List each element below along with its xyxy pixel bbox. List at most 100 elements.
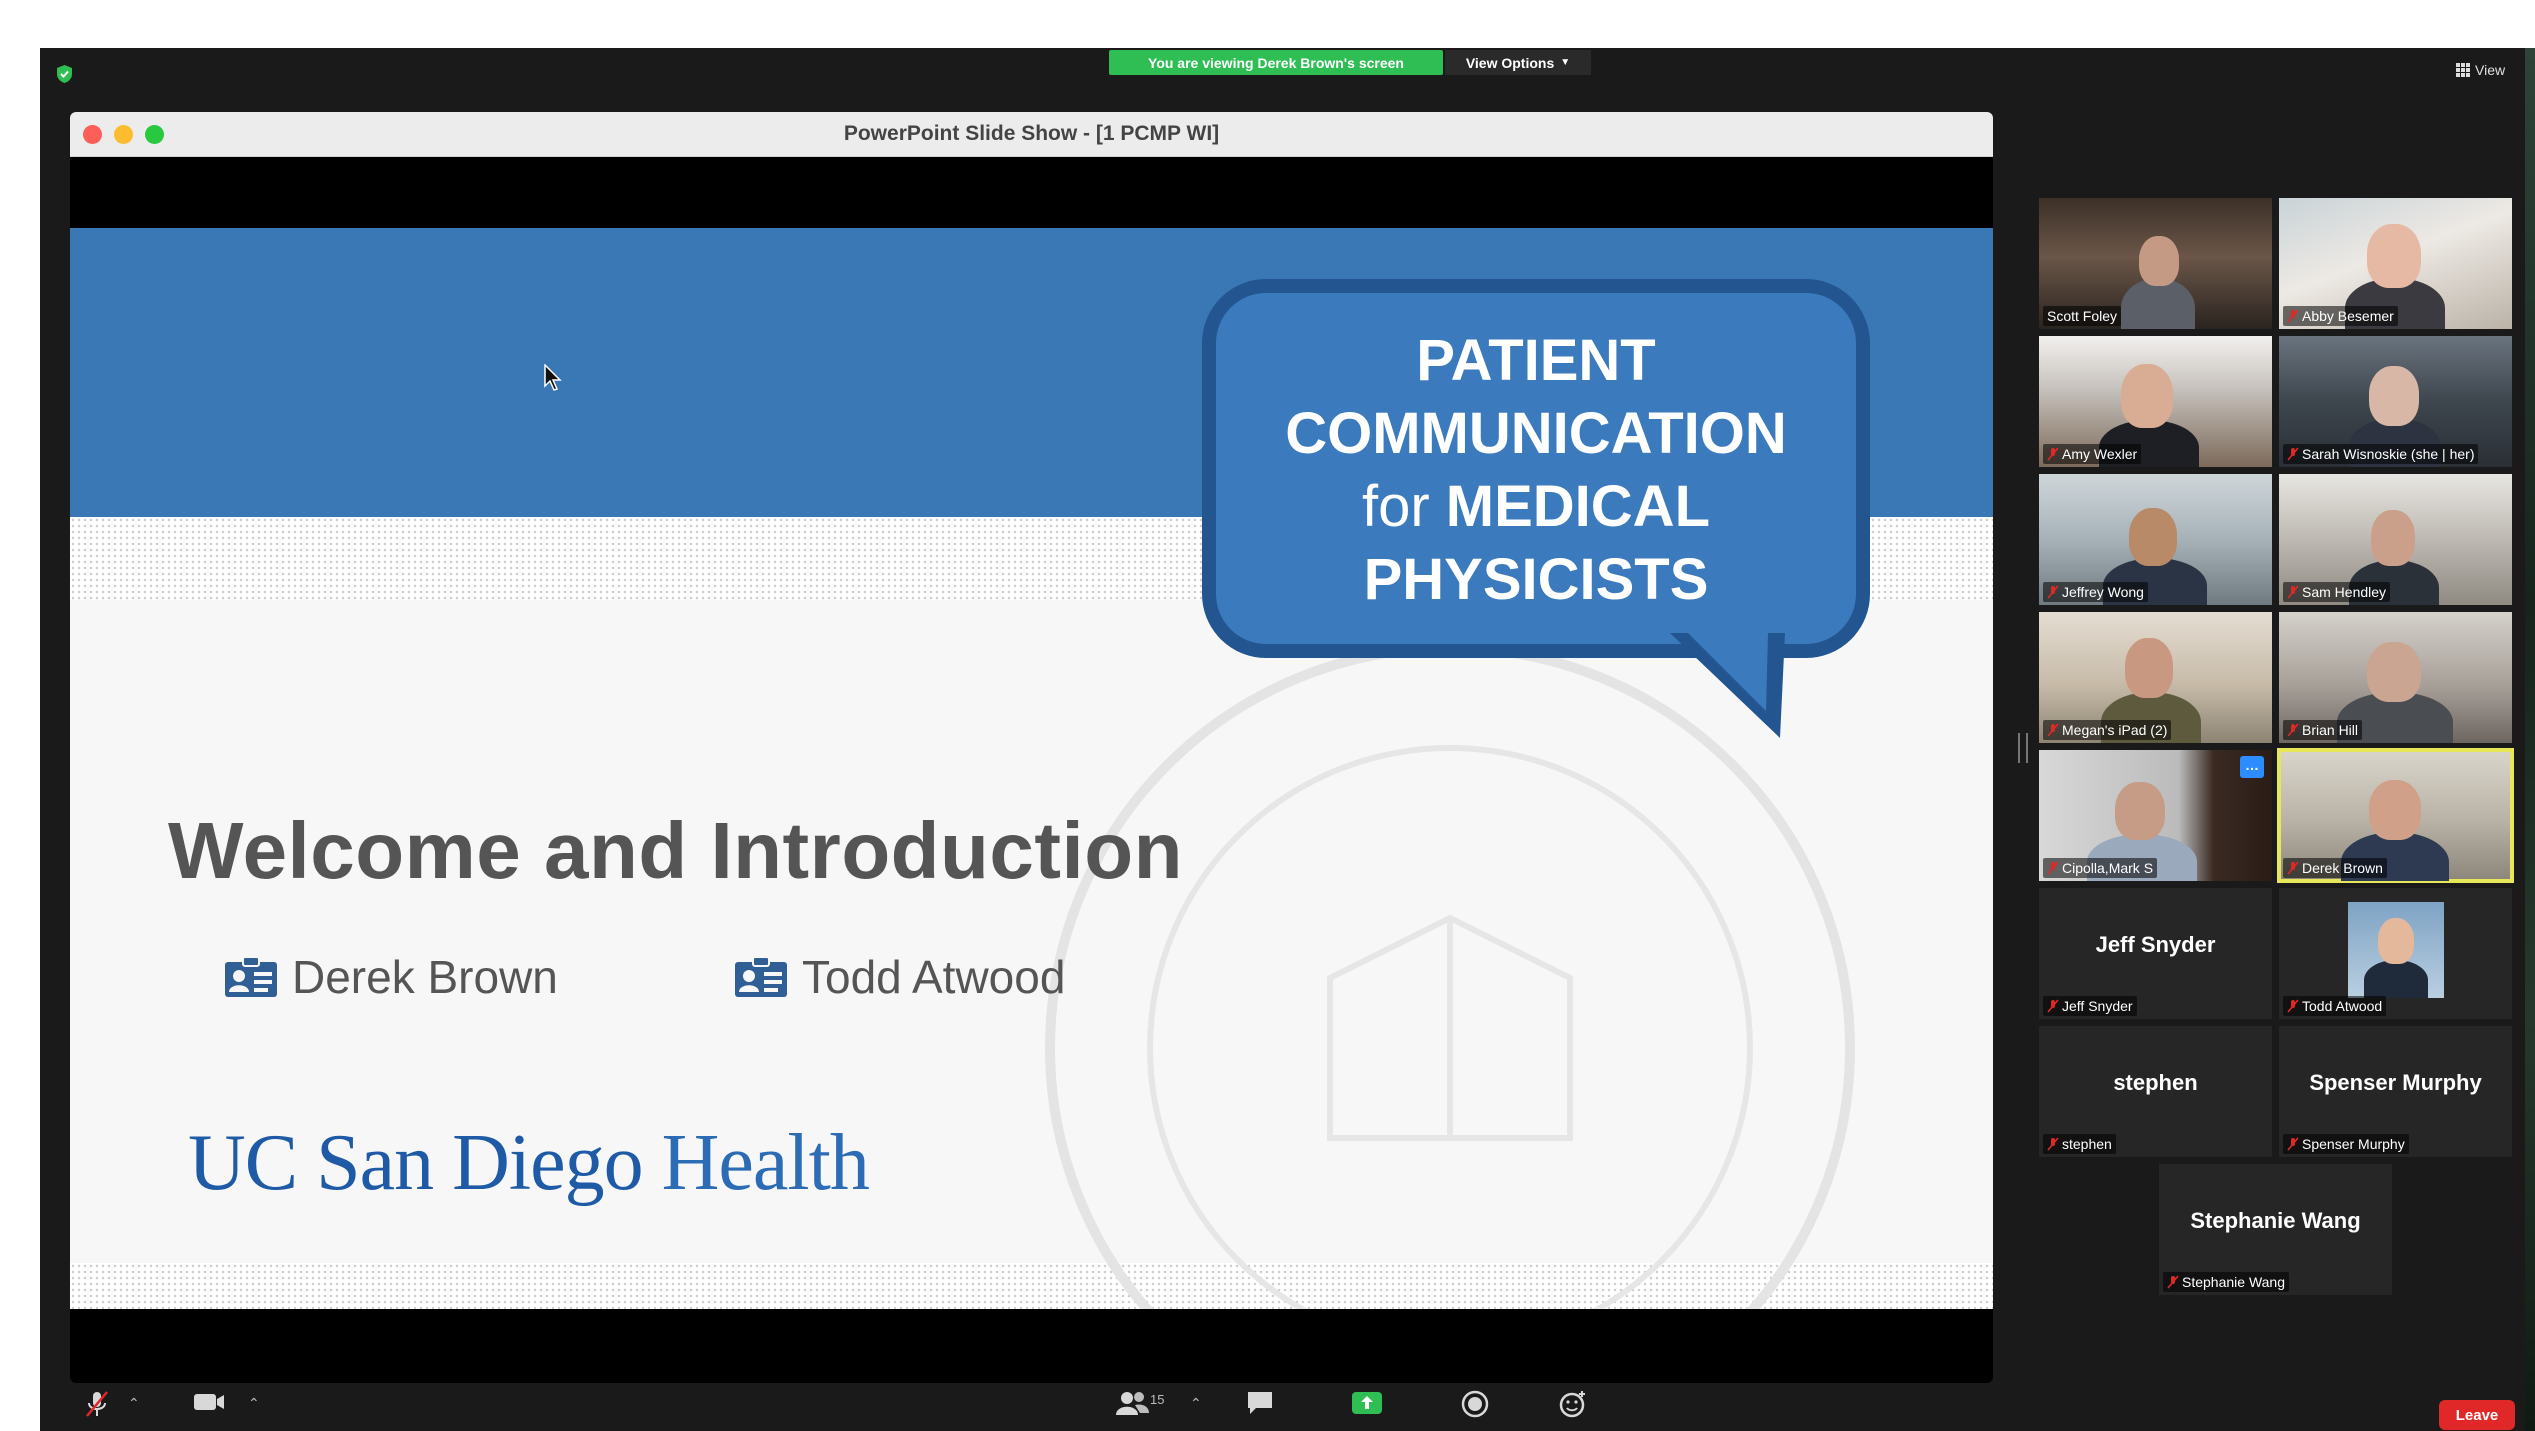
participant-name: Jeffrey Wong [2062,584,2144,600]
participant-name: Derek Brown [2302,860,2383,876]
logo-text-health: Health [661,1119,870,1207]
viewing-screen-banner: You are viewing Derek Brown's screen [1109,50,1443,75]
window-titlebar: PowerPoint Slide Show - [1 PCMP WI] [70,112,1993,157]
video-tile[interactable]: Scott Foley [2039,198,2272,329]
video-camera-icon [194,1394,224,1410]
leave-meeting-button[interactable]: Leave [2439,1400,2515,1430]
participant-name: Stephanie Wang [2182,1274,2285,1290]
video-tile[interactable]: Jeffrey Wong [2039,474,2272,605]
participants-button[interactable] [1115,1389,1149,1417]
participant-name-label: Todd Atwood [2283,996,2387,1016]
video-tile[interactable]: Megan's iPad (2) [2039,612,2272,743]
view-layout-label: View [2475,62,2506,78]
start-video-button[interactable] [192,1389,226,1415]
course-title-for: for [1361,474,1430,539]
record-button[interactable] [1460,1389,1490,1419]
share-screen-button[interactable] [1350,1389,1384,1417]
view-layout-button[interactable]: View [2456,62,2505,78]
participant-display-name: Stephanie Wang [2190,1208,2361,1233]
participant-name: Cipolla,Mark S [2062,860,2154,876]
participant-name-label: Derek Brown [2283,858,2387,878]
participant-name-label: Cipolla,Mark S [2043,858,2158,878]
participant-name-label: Scott Foley [2043,306,2122,326]
meeting-toolbar: ⌃ ⌃ 15 ⌃ [40,1383,2525,1431]
presentation-slide: PATIENT COMMUNICATION for MEDICAL PHYSIC… [70,228,1993,1309]
participants-caret-icon[interactable]: ⌃ [1190,1395,1202,1412]
encryption-shield-icon[interactable] [56,64,73,84]
profile-photo-tile[interactable]: Todd Atwood [2279,888,2512,1019]
participant-name-label: stephen [2043,1134,2116,1154]
participant-video [2369,780,2421,840]
participant-video [2367,642,2421,702]
participant-name-label: Sarah Wisnoskie (she | her) [2283,444,2479,464]
participant-name: Scott Foley [2047,308,2118,324]
view-options-button[interactable]: View Options ▼ [1445,50,1591,75]
name-tile[interactable]: Stephanie Wang Stephanie Wang [2159,1164,2392,1295]
presenter-name: Todd Atwood [802,951,1066,1003]
participant-video [2367,224,2421,288]
participant-name: Spenser Murphy [2302,1136,2405,1152]
video-tile[interactable]: Sarah Wisnoskie (she | her) [2279,336,2512,467]
chat-button[interactable] [1245,1389,1275,1417]
muted-mic-icon [2047,1137,2059,1151]
video-tile[interactable]: Amy Wexler [2039,336,2272,467]
course-title-line1: PATIENT [1416,328,1656,393]
participant-video [2115,782,2165,840]
muted-mic-icon [2047,447,2059,461]
shared-screen-window: PowerPoint Slide Show - [1 PCMP WI] PATI… [70,112,1993,1383]
muted-mic-icon [2047,999,2059,1013]
participant-video [2129,508,2177,566]
participant-name-label: Jeffrey Wong [2043,582,2148,602]
participant-name-label: Sam Hendley [2283,582,2391,602]
video-tile[interactable]: Abby Besemer [2279,198,2512,329]
participant-video [2121,364,2173,428]
presenter-todd-atwood: Todd Atwood [734,950,1065,1004]
course-title-medical: MEDICAL [1445,474,1710,539]
name-tile[interactable]: stephen stephen [2039,1026,2272,1157]
video-options-caret-icon[interactable]: ⌃ [248,1395,260,1412]
participant-display-name: stephen [2113,1070,2198,1095]
participant-name-label: Amy Wexler [2043,444,2142,464]
participant-count: 15 [1150,1392,1165,1407]
participant-name: Todd Atwood [2302,998,2383,1014]
presenter-derek-brown: Derek Brown [224,950,558,1004]
participant-name-label: Stephanie Wang [2163,1272,2289,1292]
speech-bubble-tail [1670,633,1785,738]
muted-mic-icon [2287,723,2299,737]
video-tile[interactable]: … Cipolla,Mark S [2039,750,2272,881]
uc-san-diego-health-logo: UC San Diego Health [188,1118,870,1209]
name-tile[interactable]: Jeff Snyder Jeff Snyder [2039,888,2272,1019]
video-tile[interactable]: Sam Hendley [2279,474,2512,605]
muted-microphone-icon [86,1391,108,1417]
university-seal-watermark [1045,643,1855,1309]
muted-mic-icon [2047,723,2059,737]
course-title-line2: COMMUNICATION [1285,401,1787,466]
unmute-button[interactable] [82,1389,112,1419]
more-options-button[interactable]: … [2240,756,2264,778]
participant-name: Abby Besemer [2302,308,2394,324]
name-tile[interactable]: Spenser Murphy Spenser Murphy [2279,1026,2512,1157]
participant-name: Brian Hill [2302,722,2359,738]
participant-name-label: Abby Besemer [2283,306,2398,326]
participant-display-name: Spenser Murphy [2309,1070,2482,1095]
participant-video [2371,510,2415,566]
presenter-name: Derek Brown [292,951,558,1003]
participant-name: Sarah Wisnoskie (she | her) [2302,446,2475,462]
muted-mic-icon [2047,861,2059,875]
video-tile-active-speaker[interactable]: Derek Brown [2277,748,2514,883]
participant-display-name: Jeff Snyder [2095,932,2216,957]
view-options-label: View Options [1465,54,1555,71]
course-title-line4: PHYSICISTS [1363,547,1709,612]
smiley-plus-icon [1559,1391,1585,1418]
muted-mic-icon [2287,309,2299,323]
slide-heading: Welcome and Introduction [168,806,1184,895]
share-screen-icon [1352,1392,1382,1414]
muted-mic-icon [2047,585,2059,599]
audio-options-caret-icon[interactable]: ⌃ [128,1395,140,1412]
reactions-button[interactable] [1558,1389,1588,1419]
panel-resize-handle[interactable] [2018,733,2028,763]
participant-video [2139,236,2179,286]
id-card-icon [735,956,787,997]
video-tile[interactable]: Brian Hill [2279,612,2512,743]
grid-view-icon [2456,63,2470,77]
